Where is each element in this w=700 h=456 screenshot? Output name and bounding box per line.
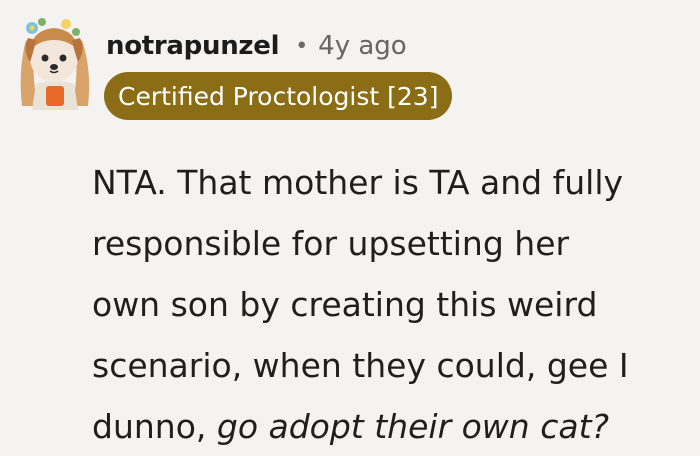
comment-body-line: dunno, bbox=[92, 407, 217, 446]
comment-body-line: responsible for upsetting her bbox=[92, 224, 570, 263]
avatar[interactable] bbox=[8, 10, 100, 110]
username-link[interactable]: notrapunzel bbox=[106, 31, 279, 61]
user-flair-badge: Certified Proctologist [23] bbox=[104, 72, 453, 120]
comment-card: notrapunzel • 4y ago Certified Proctolog… bbox=[0, 0, 700, 456]
comment-body-line: scenario, when they could, gee I bbox=[92, 346, 629, 385]
flair-label: Certified Proctologist [23] bbox=[118, 81, 439, 111]
comment-body-line: NTA. That mother is TA and fully bbox=[92, 163, 624, 202]
comment-body-line: own son by creating this weird bbox=[92, 285, 598, 324]
meta-separator: • bbox=[295, 33, 309, 59]
comment-age[interactable]: 4y ago bbox=[318, 31, 407, 61]
author-line: notrapunzel • 4y ago bbox=[106, 24, 407, 68]
comment-body-emphasis: go adopt their own cat? bbox=[216, 407, 610, 446]
user-avatar-icon bbox=[20, 18, 90, 110]
comment-body: NTA. That mother is TA and fully respons… bbox=[92, 152, 692, 456]
